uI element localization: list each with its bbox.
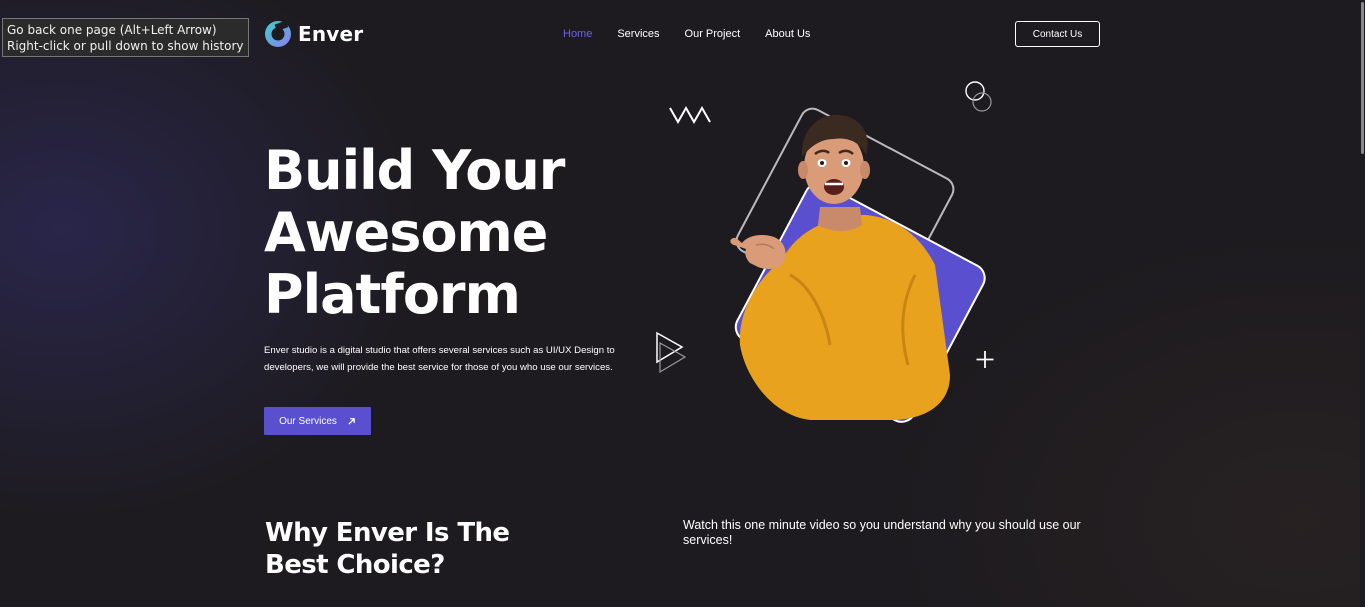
hero-illustration [650, 75, 1010, 435]
contact-us-button[interactable]: Contact Us [1015, 21, 1100, 47]
main-nav: Home Services Our Project About Us [563, 28, 810, 40]
plus-decoration [976, 351, 994, 368]
play-triangle-decoration-1 [656, 331, 684, 364]
scrollbar-thumb[interactable] [1361, 2, 1364, 154]
hero-description: Enver studio is a digital studio that of… [264, 345, 615, 373]
hero-title-line-3: Platform [264, 263, 521, 326]
hero-illustration-svg [656, 81, 994, 423]
why-title-line-1: Why Enver Is The [265, 518, 510, 548]
our-services-button[interactable]: Our Services [264, 407, 371, 435]
our-services-label: Our Services [279, 415, 337, 427]
tooltip-line-2: Right-click or pull down to show history [7, 39, 244, 53]
why-enver-text: Watch this one minute video so you under… [683, 518, 1081, 547]
hero-title-line-2: Awesome [264, 201, 548, 264]
arrow-up-right-icon [348, 417, 355, 425]
hero-title: Build Your Awesome Platform [264, 139, 565, 326]
why-enver-title: Why Enver Is The Best Choice? [265, 517, 510, 581]
nav-home[interactable]: Home [563, 28, 592, 40]
nav-our-project[interactable]: Our Project [685, 28, 741, 40]
nav-about-us[interactable]: About Us [765, 28, 810, 40]
site-logo[interactable]: Enver [264, 20, 363, 48]
back-button-tooltip: Go back one page (Alt+Left Arrow) Right-… [2, 18, 249, 57]
why-title-line-2: Best Choice? [265, 550, 445, 580]
logo-icon [265, 20, 291, 47]
page-scrollbar[interactable] [1360, 0, 1365, 607]
hero-title-line-1: Build Your [264, 139, 565, 202]
logo-text: Enver [298, 22, 364, 46]
tooltip-line-1: Go back one page (Alt+Left Arrow) [7, 23, 217, 37]
zigzag-decoration [669, 105, 711, 125]
person-figure [730, 114, 950, 420]
nav-services[interactable]: Services [617, 28, 659, 40]
page: Go back one page (Alt+Left Arrow) Right-… [0, 0, 1365, 607]
